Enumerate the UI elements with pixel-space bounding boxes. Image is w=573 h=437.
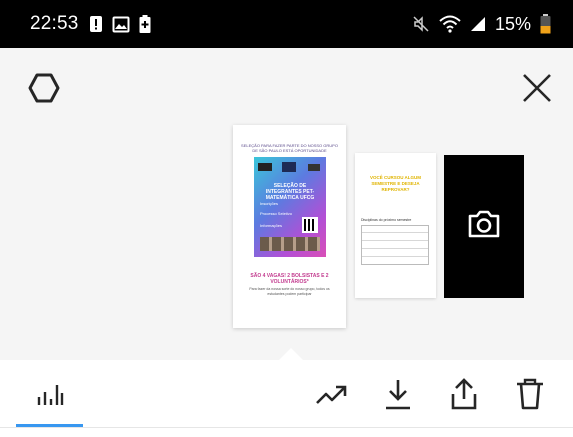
toolbar-divider — [0, 427, 573, 428]
battery-saver-icon — [139, 15, 151, 33]
boost-button[interactable] — [314, 378, 350, 414]
poster-sub-informacoes: Informações — [260, 223, 283, 228]
story-footer-text: Para fazer da nossa sorte do nosso grupo… — [249, 287, 330, 296]
insights-button[interactable] — [32, 378, 68, 414]
close-icon — [519, 74, 555, 110]
delete-button[interactable] — [512, 378, 548, 414]
image-icon — [112, 16, 130, 33]
add-story-camera-card[interactable] — [444, 155, 524, 298]
story-vagas-text: SÃO 4 VAGAS! 2 BOLSISTAS E 2 VOLUNTÁRIOS… — [250, 273, 329, 285]
story-card2-table-label: Disciplinas do próximo semestre — [361, 218, 412, 222]
qr-code — [302, 217, 318, 233]
story-toolbar — [0, 360, 573, 437]
share-icon — [449, 377, 479, 416]
battery-percent: 15% — [494, 13, 531, 34]
signal-icon — [470, 16, 486, 32]
status-bar: 22:53 15% — [0, 0, 573, 48]
poster-photos — [260, 237, 320, 251]
insights-bars-icon — [35, 379, 65, 414]
download-button[interactable] — [380, 378, 416, 414]
poster-title: SELEÇÃO DE INTEGRANTES PET-MATEMÁTICA UF… — [265, 183, 315, 201]
camera-icon — [467, 209, 501, 244]
story-header-text: SELEÇÃO PARA FAZER PARTE DO NOSSO GRUPO … — [241, 143, 338, 153]
trash-icon — [515, 377, 545, 416]
trending-icon — [315, 379, 349, 414]
story-card-selected[interactable]: SELEÇÃO PARA FAZER PARTE DO NOSSO GRUPO … — [233, 125, 346, 328]
notification-alert-icon — [89, 15, 103, 33]
mute-icon — [412, 15, 430, 33]
download-icon — [383, 377, 413, 416]
poster-sub-inscricoes: Inscrições — [260, 201, 279, 206]
story-poster: SELEÇÃO DE INTEGRANTES PET-MATEMÁTICA UF… — [254, 157, 326, 257]
close-button[interactable] — [519, 70, 555, 106]
wifi-icon — [439, 15, 461, 33]
status-time: 22:53 — [30, 13, 79, 34]
selected-story-pointer — [279, 348, 303, 360]
gear-icon — [26, 73, 62, 110]
story-card2-table — [361, 225, 429, 265]
story-card[interactable]: VOCÊ CURSOU ALGUM SEMESTRE E DESEJA REPR… — [355, 153, 436, 298]
settings-button[interactable] — [26, 70, 62, 106]
story-card2-title: VOCÊ CURSOU ALGUM SEMESTRE E DESEJA REPR… — [369, 175, 422, 192]
poster-sub-processo: Processo Seletivo — [260, 211, 293, 216]
share-button[interactable] — [446, 377, 482, 416]
battery-low-icon — [540, 14, 551, 34]
